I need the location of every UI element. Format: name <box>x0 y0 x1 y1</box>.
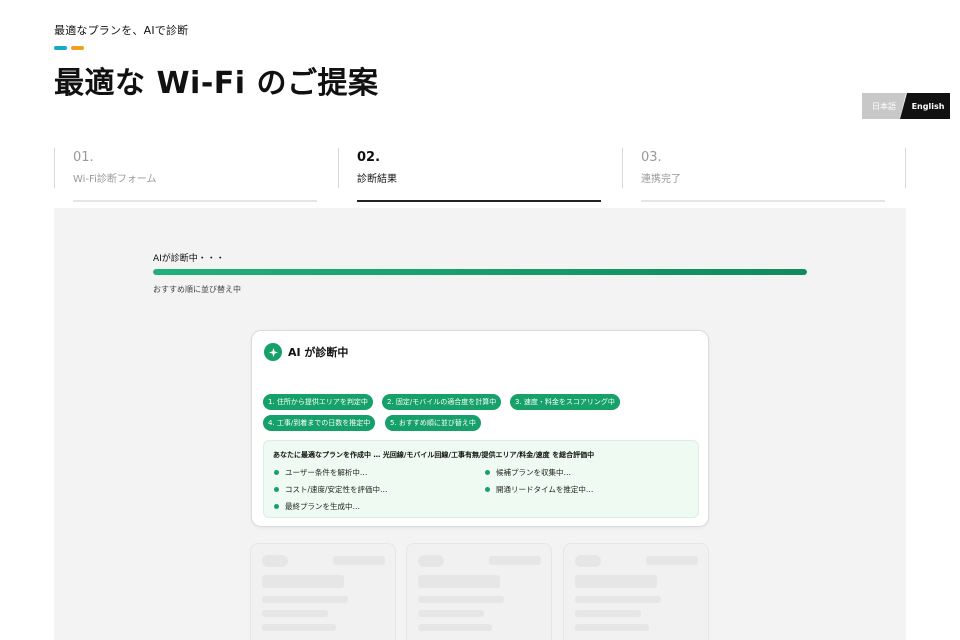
analysis-item: 最終プランを生成中… <box>274 501 360 512</box>
step-label: 診断結果 <box>357 174 397 185</box>
analysis-item-label: ユーザー条件を解析中… <box>285 468 368 477</box>
accent-bar-orange <box>71 46 84 50</box>
status-dot-icon <box>485 470 490 475</box>
step-divider <box>54 148 55 188</box>
analysis-item-label: 最終プランを生成中… <box>285 502 360 511</box>
skeleton-bar <box>262 575 344 588</box>
skeleton-bar <box>418 596 504 603</box>
skeleton-bar <box>575 624 649 631</box>
step-label: 連携完了 <box>641 174 681 185</box>
analysis-item: コスト/速度/安定性を評価中… <box>274 484 388 495</box>
ai-diagnosis-card: AI が診断中 1. 住所から提供エリアを判定中 2. 固定/モバイルの適合度を… <box>251 330 709 527</box>
skeleton-bar <box>262 555 288 567</box>
skeleton-bar <box>575 575 657 588</box>
progress-bar <box>153 269 807 275</box>
ai-sparkle-icon <box>264 343 282 361</box>
plan-card-skeleton <box>406 543 552 640</box>
skeleton-bar <box>418 624 492 631</box>
skeleton-bar <box>418 610 484 617</box>
step-label: Wi-Fi診断フォーム <box>73 174 157 185</box>
skeleton-bar <box>262 610 328 617</box>
step-divider <box>338 148 339 188</box>
status-dot-icon <box>274 504 279 509</box>
diagnosis-step-chip: 3. 速度・料金をスコアリング中 <box>510 394 620 410</box>
step-indicator: 01. Wi-Fi診断フォーム 02. 診断結果 03. 連携完了 <box>54 148 906 204</box>
step-3: 03. 連携完了 <box>622 148 906 204</box>
skeleton-bar <box>418 555 444 567</box>
language-switcher: 日本語 English <box>862 93 950 119</box>
step-number: 01. <box>73 150 94 165</box>
skeleton-bar <box>575 596 661 603</box>
analysis-item-label: コスト/速度/安定性を評価中… <box>285 485 388 494</box>
analysis-item-label: 開通リードタイムを推定中… <box>496 485 594 494</box>
diagnosis-step-chip: 5. おすすめ順に並び替え中 <box>385 415 481 431</box>
progress-subtext: おすすめ順に並び替え中 <box>153 285 241 294</box>
step-2: 02. 診断結果 <box>338 148 622 204</box>
diagnosis-step-chip: 4. 工事/到着までの日数を推定中 <box>263 415 376 431</box>
step-divider-end <box>905 148 906 188</box>
language-japanese-button[interactable]: 日本語 <box>862 93 906 119</box>
skeleton-bar <box>575 555 601 567</box>
step-underline <box>357 200 601 202</box>
step-number: 03. <box>641 150 662 165</box>
diagnosis-step-chip: 2. 固定/モバイルの適合度を計算中 <box>382 394 502 410</box>
progress-fill <box>153 269 807 275</box>
skeleton-bar <box>262 596 348 603</box>
step-underline <box>641 200 885 202</box>
analysis-item: 開通リードタイムを推定中… <box>485 484 593 495</box>
step-underline <box>73 200 317 202</box>
skeleton-bar <box>646 556 698 565</box>
plan-card-skeleton <box>563 543 709 640</box>
page-title: 最適な Wi-Fi のご提案 <box>54 66 379 101</box>
step-1: 01. Wi-Fi診断フォーム <box>54 148 338 204</box>
page-kicker: 最適なプランを、AIで診断 <box>54 24 189 37</box>
summary-title: あなたに最適なプランを作成中 … 光回線/モバイル回線/工事有無/提供エリア/料… <box>273 451 595 459</box>
skeleton-bar <box>262 624 336 631</box>
status-dot-icon <box>485 487 490 492</box>
step-number: 02. <box>357 150 381 165</box>
skeleton-bar <box>418 575 500 588</box>
status-dot-icon <box>274 470 279 475</box>
progress-label: AIが診断中・・・ <box>153 254 225 264</box>
plan-card-skeleton <box>250 543 396 640</box>
card-title: AI が診断中 <box>288 346 349 359</box>
analysis-item: 候補プランを収集中… <box>485 467 571 478</box>
title-accent <box>54 46 379 50</box>
skeleton-bar <box>575 610 641 617</box>
skeleton-bar <box>333 556 385 565</box>
diagnosis-step-chip: 1. 住所から提供エリアを判定中 <box>263 394 373 410</box>
skeleton-bar <box>489 556 541 565</box>
card-header: AI が診断中 <box>264 343 348 361</box>
diagnosis-panel: AIが診断中・・・ おすすめ順に並び替え中 AI が診断中 1. 住所から提供エ… <box>54 208 906 640</box>
status-dot-icon <box>274 487 279 492</box>
analysis-item: ユーザー条件を解析中… <box>274 467 367 478</box>
accent-bar-blue <box>54 46 67 50</box>
analysis-item-label: 候補プランを収集中… <box>496 468 571 477</box>
language-english-button[interactable]: English <box>900 93 950 119</box>
step-divider <box>622 148 623 188</box>
analysis-summary: あなたに最適なプランを作成中 … 光回線/モバイル回線/工事有無/提供エリア/料… <box>263 440 699 518</box>
page-header: 最適なプランを、AIで診断 最適な Wi-Fi のご提案 <box>54 22 379 102</box>
